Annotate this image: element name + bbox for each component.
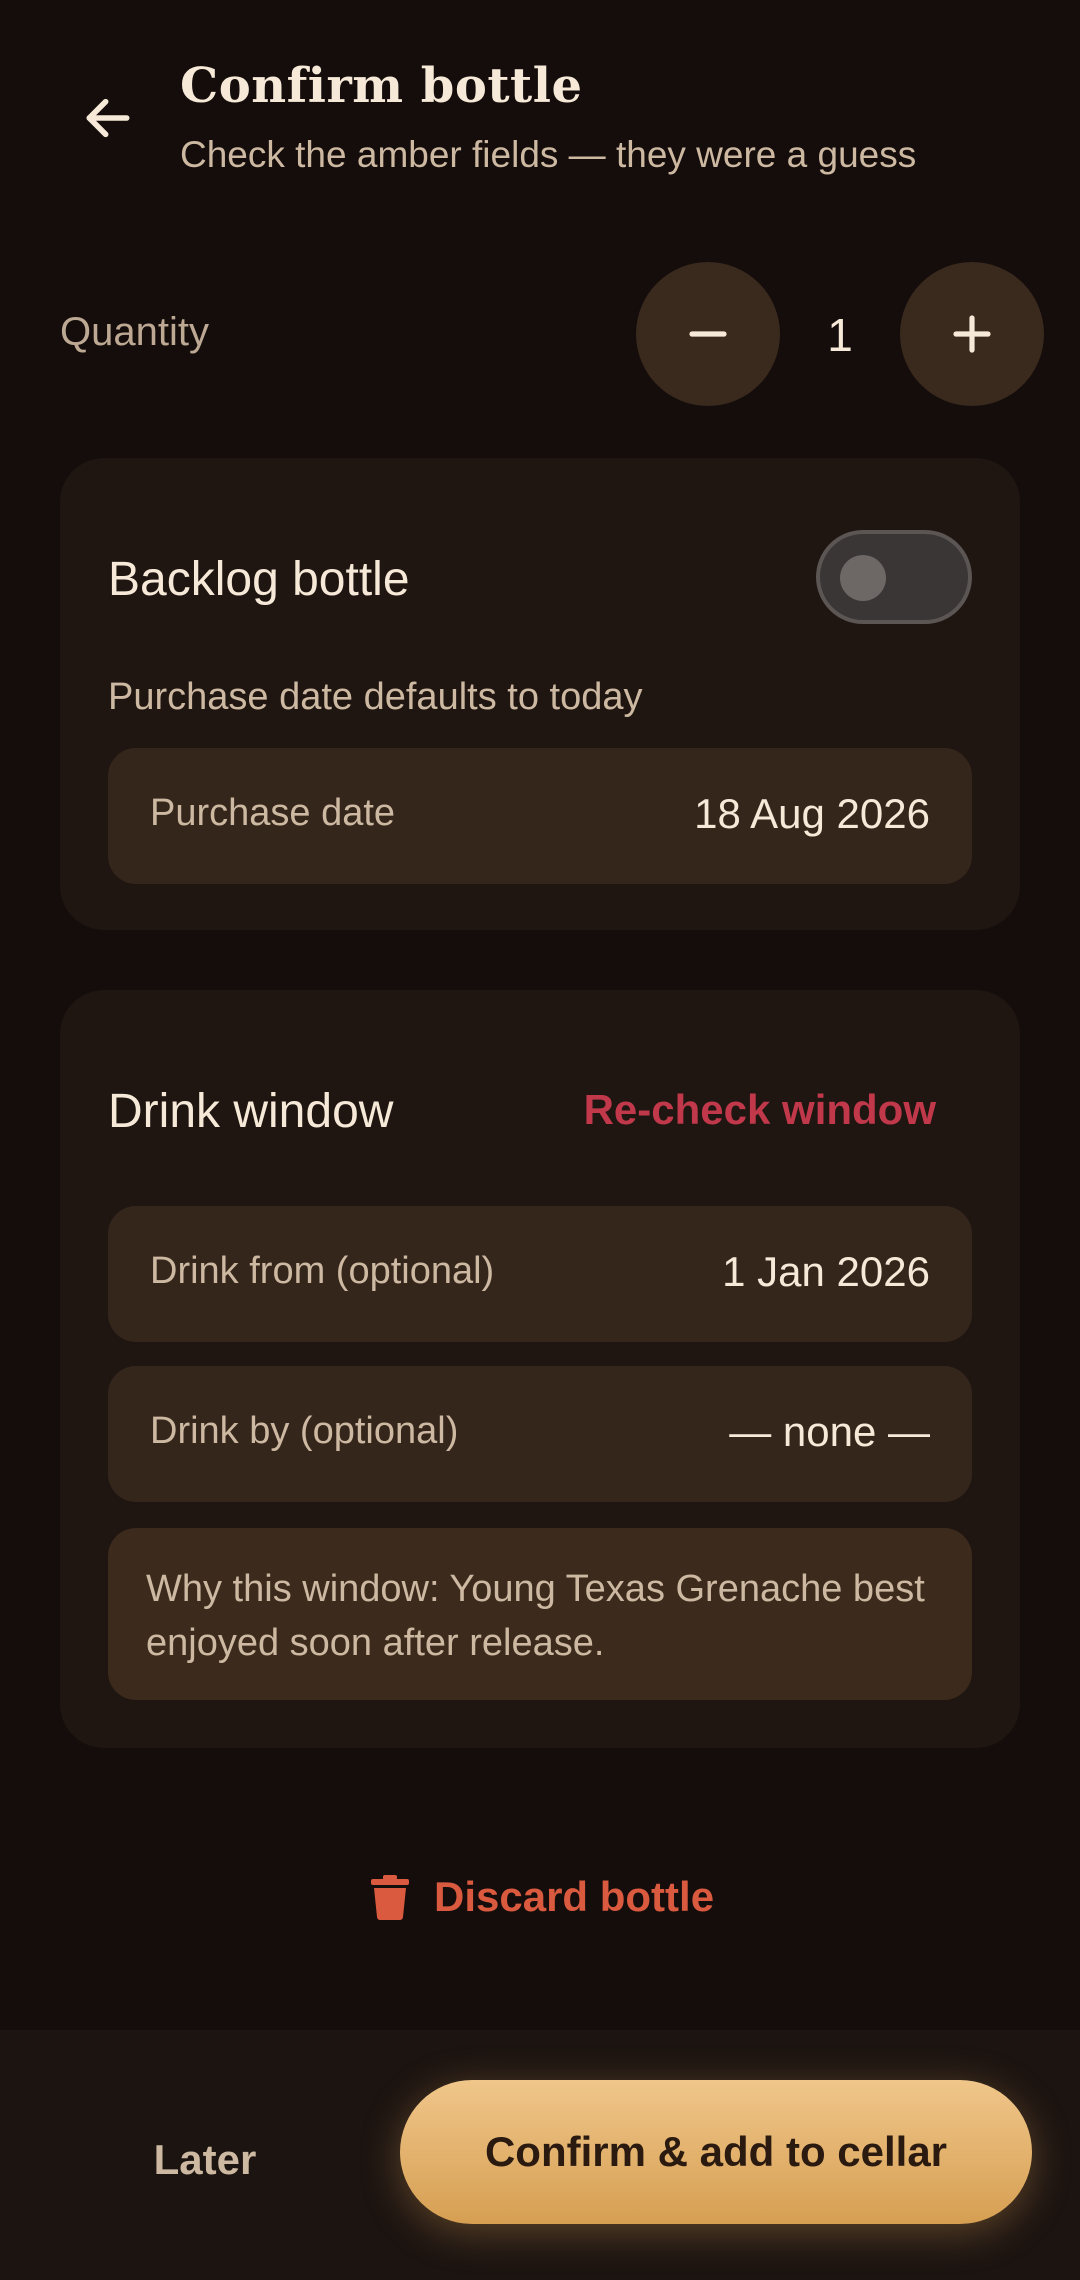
- drink-by-field[interactable]: Drink by (optional) — none —: [108, 1366, 972, 1502]
- confirm-add-to-cellar-button[interactable]: Confirm & add to cellar: [400, 2080, 1032, 2224]
- quantity-stepper: Quantity 1: [0, 262, 1080, 406]
- drink-window-card: Drink window Re-check window Drink from …: [60, 990, 1020, 1748]
- plus-icon: [953, 315, 991, 353]
- quantity-label: Quantity: [60, 310, 209, 354]
- drink-window-title: Drink window: [108, 1085, 394, 1138]
- backlog-helper-text: Purchase date defaults to today: [108, 676, 643, 718]
- drink-from-label: Drink from (optional): [150, 1250, 495, 1292]
- minus-icon: [689, 331, 727, 337]
- drink-by-label: Drink by (optional): [150, 1410, 459, 1452]
- backlog-card: Backlog bottle Purchase date defaults to…: [60, 458, 1020, 930]
- page-title: Confirm bottle: [180, 58, 583, 114]
- later-button[interactable]: Later: [60, 2088, 350, 2232]
- back-button[interactable]: [60, 70, 156, 166]
- drink-by-value: — none —: [729, 1408, 930, 1455]
- purchase-date-label: Purchase date: [150, 792, 396, 834]
- recheck-window-button[interactable]: Re-check window: [584, 1086, 936, 1134]
- drink-from-field[interactable]: Drink from (optional) 1 Jan 2026: [108, 1206, 972, 1342]
- increase-quantity-button[interactable]: [900, 262, 1044, 406]
- discard-bottle-button[interactable]: Discard bottle: [370, 1862, 714, 1932]
- purchase-date-value: 18 Aug 2026: [694, 790, 930, 837]
- arrow-left-icon: [86, 98, 130, 138]
- discard-bottle-label: Discard bottle: [434, 1873, 715, 1920]
- trash-icon: [371, 1875, 409, 1920]
- purchase-date-field[interactable]: Purchase date 18 Aug 2026: [108, 748, 972, 884]
- drink-from-value: 1 Jan 2026: [722, 1248, 930, 1295]
- backlog-title: Backlog bottle: [108, 553, 410, 606]
- decrease-quantity-button[interactable]: [636, 262, 780, 406]
- toggle-knob: [840, 555, 886, 601]
- page-subtitle: Check the amber fields — they were a gue…: [180, 134, 917, 175]
- window-explanation-note: Why this window: Young Texas Grenache be…: [108, 1528, 972, 1700]
- app-header: Confirm bottle Check the amber fields — …: [0, 0, 1080, 200]
- bottom-action-bar: Later Confirm & add to cellar: [0, 2030, 1080, 2280]
- quantity-value: 1: [827, 309, 853, 361]
- backlog-toggle[interactable]: [816, 530, 972, 624]
